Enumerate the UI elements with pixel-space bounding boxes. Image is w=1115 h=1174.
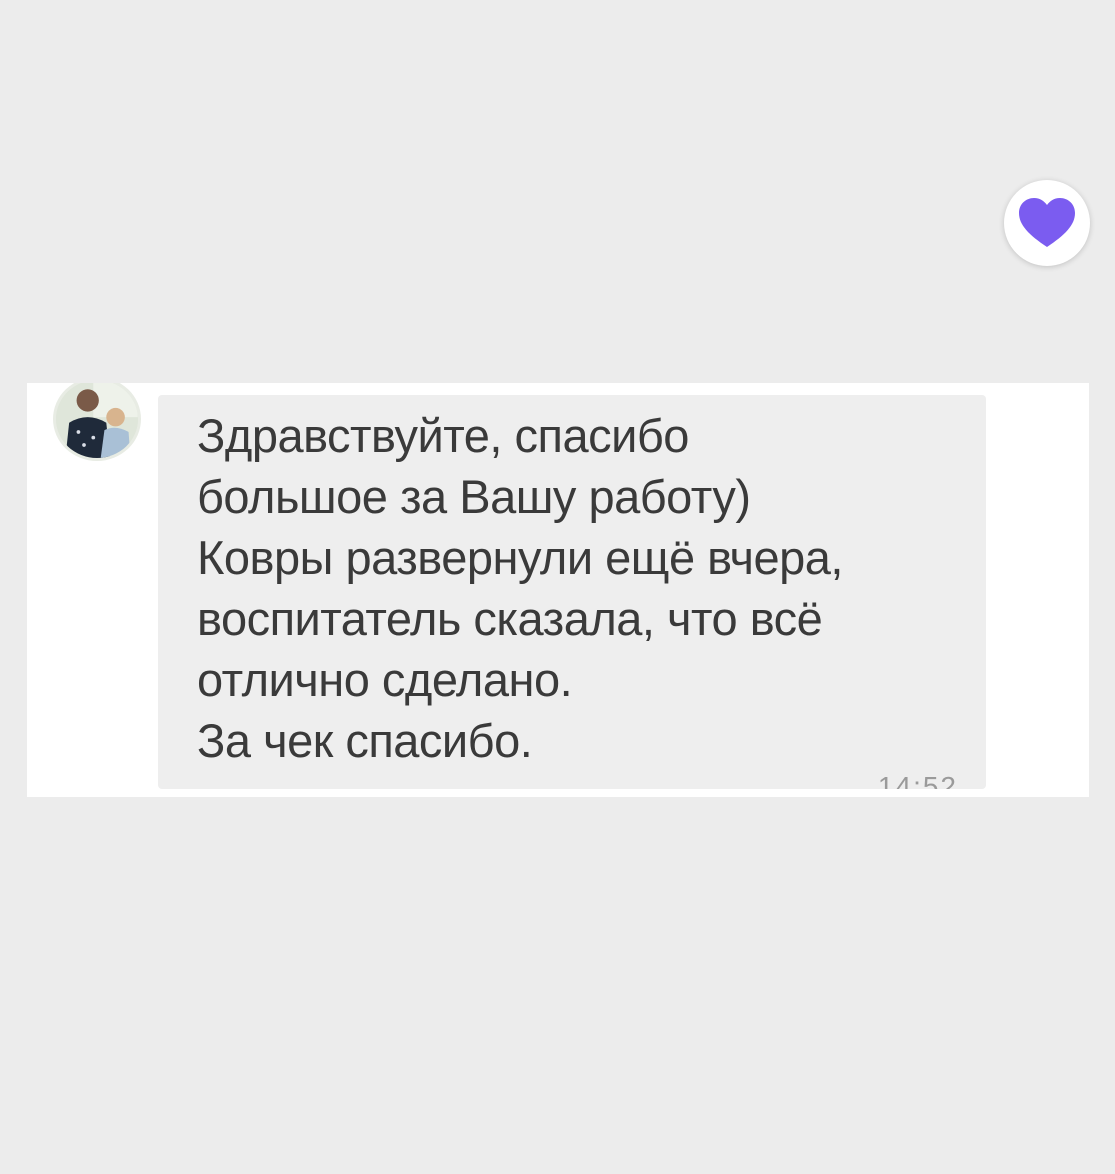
message-time: 14:52 (877, 771, 958, 789)
chat-message-card: Здравствуйте, спасибо большое за Вашу ра… (27, 383, 1089, 797)
heart-icon (1019, 198, 1075, 247)
avatar-photo (56, 383, 138, 458)
message-text: Здравствуйте, спасибо большое за Вашу ра… (197, 409, 843, 767)
avatar[interactable] (53, 383, 141, 461)
heart-reaction-button[interactable] (1004, 180, 1090, 266)
message-bubble[interactable]: Здравствуйте, спасибо большое за Вашу ра… (158, 395, 986, 789)
